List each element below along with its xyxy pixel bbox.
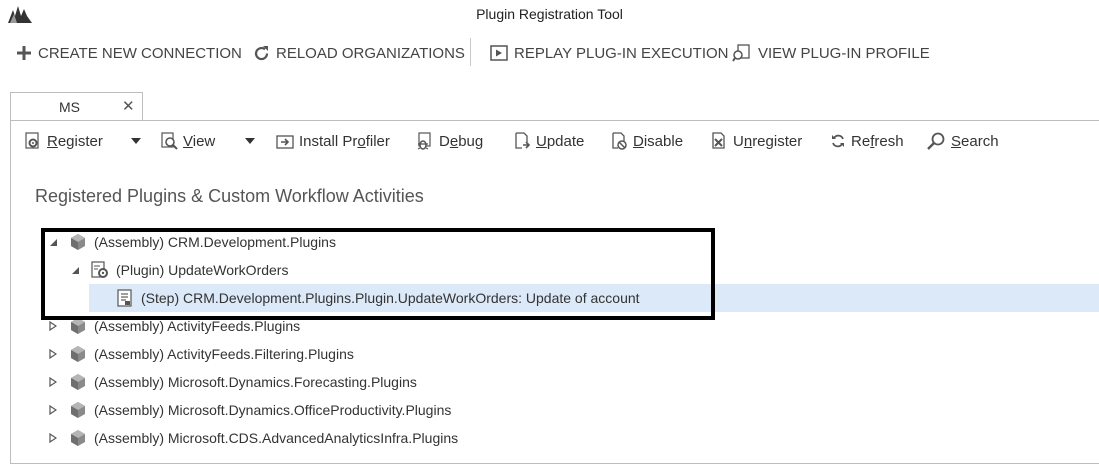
install-profiler-icon [276,135,294,149]
search-label: Search [951,132,999,150]
update-button[interactable]: Update [513,128,584,154]
assembly-cube-icon [68,373,88,391]
collapsed-triangle-icon[interactable] [46,319,60,333]
tree-item-assembly[interactable]: (Assembly) Microsoft.Dynamics.Forecastin… [46,368,706,396]
assembly-cube-icon [68,401,88,419]
tree-item-step[interactable]: (Step) CRM.Development.Plugins.Plugin.Up… [89,284,1099,312]
assembly-cube-icon [68,233,88,251]
tree-item-label: (Assembly) Microsoft.CDS.AdvancedAnalyti… [94,430,459,446]
plugin-toolbar: Register View Install Profiler Debug Upd… [24,128,1024,154]
debug-icon [417,132,431,150]
tree-item-label: (Assembly) Microsoft.Dynamics.Forecastin… [94,374,417,390]
update-label: Update [536,132,585,150]
replay-icon [490,45,508,61]
unregister-label: Unregister [733,132,803,150]
search-button[interactable]: Search [926,128,999,154]
register-button[interactable]: Register [24,128,103,154]
chevron-down-icon [245,138,255,144]
expanded-triangle-icon[interactable] [68,263,82,277]
tree-item-label: (Assembly) CRM.Development.Plugins [94,234,336,250]
tab-label: MS [59,99,80,115]
unregister-button[interactable]: Unregister [710,128,802,154]
debug-button[interactable]: Debug [416,128,483,154]
tree-item-label: (Plugin) UpdateWorkOrders [116,262,289,278]
view-button[interactable]: View [160,128,215,154]
update-icon [515,132,531,149]
tree-item-assembly[interactable]: (Assembly) Microsoft.CDS.AdvancedAnalyti… [46,424,706,452]
tree-item-plugin[interactable]: (Plugin) UpdateWorkOrders [68,256,708,284]
register-label: Register [47,132,103,150]
collapsed-triangle-icon[interactable] [46,403,60,417]
register-gear-icon [25,132,39,149]
tab-connection[interactable]: MS ✕ [10,92,143,121]
section-title: Registered Plugins & Custom Workflow Act… [35,186,424,206]
window-title: Plugin Registration Tool [476,6,623,22]
unregister-icon [712,132,725,149]
create-new-connection-button[interactable]: CREATE NEW CONNECTION [16,38,242,68]
command-separator [470,38,471,66]
refresh-label: Refresh [851,132,904,150]
view-label: View [183,132,216,150]
collapsed-triangle-icon[interactable] [46,375,60,389]
tree-item-label: (Assembly) ActivityFeeds.Plugins [94,318,301,334]
plus-icon [17,46,31,60]
disable-icon [612,132,627,150]
step-document-icon [115,289,135,307]
tree-item-label: (Assembly) ActivityFeeds.Filtering.Plugi… [94,346,354,362]
tree-item-label: (Assembly) Microsoft.Dynamics.OfficeProd… [94,402,452,418]
chevron-down-icon [131,138,141,144]
tree-item-assembly[interactable]: (Assembly) ActivityFeeds.Filtering.Plugi… [46,340,706,368]
profile-search-icon [732,44,750,62]
install-profiler-label: Install Profiler [299,132,390,150]
install-profiler-button[interactable]: Install Profiler [276,128,390,154]
reload-organizations-button[interactable]: RELOAD ORGANIZATIONS [253,38,465,68]
main-command-bar: CREATE NEW CONNECTION RELOAD ORGANIZATIO… [0,38,1099,68]
expanded-triangle-icon[interactable] [46,235,60,249]
plugin-gear-icon [90,261,110,279]
create-new-connection-label: CREATE NEW CONNECTION [38,44,242,62]
assembly-cube-icon [68,345,88,363]
refresh-button[interactable]: Refresh [830,128,904,154]
search-icon [927,132,945,150]
view-search-icon [161,132,178,150]
replay-plugin-execution-label: REPLAY PLUG-IN EXECUTION [514,44,729,62]
view-dropdown-button[interactable] [244,128,256,154]
disable-button[interactable]: Disable [610,128,683,154]
register-dropdown-button[interactable] [130,128,142,154]
disable-label: Disable [633,132,684,150]
assembly-cube-icon [68,429,88,447]
collapsed-triangle-icon[interactable] [46,347,60,361]
tree-item-assembly[interactable]: (Assembly) ActivityFeeds.Plugins [46,312,706,340]
refresh-icon [832,134,844,148]
view-plugin-profile-button[interactable]: VIEW PLUG-IN PROFILE [732,38,930,68]
collapsed-triangle-icon[interactable] [46,431,60,445]
tree-item-assembly[interactable]: (Assembly) Microsoft.Dynamics.OfficeProd… [46,396,706,424]
reload-icon [254,45,269,60]
tree-item-label: (Step) CRM.Development.Plugins.Plugin.Up… [141,290,640,306]
assembly-cube-icon [68,317,88,335]
reload-organizations-label: RELOAD ORGANIZATIONS [276,44,465,62]
title-bar: Plugin Registration Tool [0,0,1099,28]
replay-plugin-execution-button[interactable]: REPLAY PLUG-IN EXECUTION [490,38,729,68]
debug-label: Debug [439,132,484,150]
view-plugin-profile-label: VIEW PLUG-IN PROFILE [758,44,930,62]
close-icon[interactable]: ✕ [122,97,135,115]
tree-item-assembly[interactable]: (Assembly) CRM.Development.Plugins [46,228,706,256]
